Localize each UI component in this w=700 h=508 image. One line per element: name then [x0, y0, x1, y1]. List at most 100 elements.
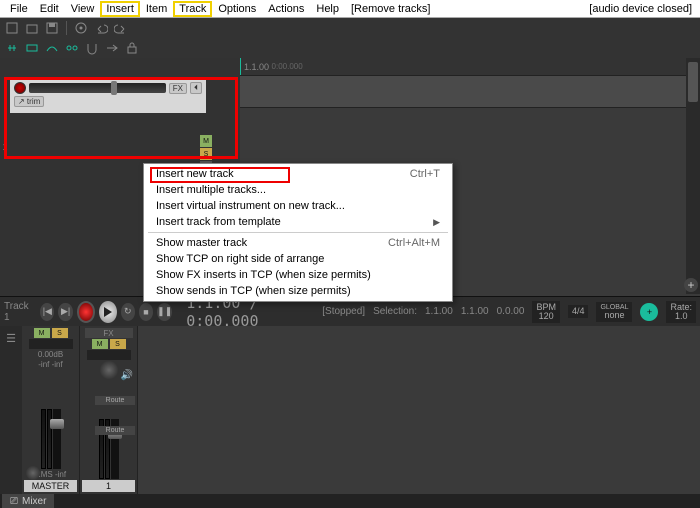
envelope-icon[interactable]: [44, 40, 60, 56]
menu-track[interactable]: Track: [173, 1, 212, 17]
ctx-insert-new-track[interactable]: Insert new trackCtrl+T: [144, 166, 452, 182]
menu-insert[interactable]: Insert: [100, 1, 140, 17]
stop-button[interactable]: ■: [139, 303, 153, 321]
menu-item-menu[interactable]: Item: [140, 2, 173, 16]
master-solo[interactable]: S: [52, 328, 68, 338]
track-lane[interactable]: [240, 76, 700, 108]
save-icon[interactable]: [44, 20, 60, 36]
track1-speaker-icon[interactable]: 🔊: [121, 370, 133, 381]
mixer-menu-icon[interactable]: ☰: [3, 330, 19, 346]
undo-icon[interactable]: [93, 20, 109, 36]
ctx-insert-from-template[interactable]: Insert track from template▶: [144, 214, 452, 230]
grid-icon[interactable]: [64, 40, 80, 56]
new-project-icon[interactable]: [4, 20, 20, 36]
track1-route2[interactable]: Route: [95, 426, 135, 435]
track1-fx[interactable]: FX: [85, 328, 133, 338]
track-control-panel[interactable]: FX ⏴ ↗ trim: [10, 78, 206, 113]
ripple-icon[interactable]: [104, 40, 120, 56]
ctx-tcp-right[interactable]: Show TCP on right side of arrange: [144, 251, 452, 267]
mixer-tab-icon: ⎚: [10, 496, 18, 507]
ctx-show-fx-inserts[interactable]: Show FX inserts in TCP (when size permit…: [144, 267, 452, 283]
settings-icon[interactable]: [73, 20, 89, 36]
track1-solo[interactable]: S: [110, 339, 126, 349]
master-strip[interactable]: MS 0.00dB -inf -inf RMS -inf MASTER: [22, 326, 80, 494]
solo-button[interactable]: S: [200, 148, 212, 160]
menu-remove-tracks[interactable]: [Remove tracks]: [345, 2, 436, 16]
menu-view[interactable]: View: [65, 2, 101, 16]
mixer-panel: ☰ MS 0.00dB -inf -inf RMS -inf MASTER FX…: [0, 326, 700, 494]
lock-icon[interactable]: [124, 40, 140, 56]
record-button[interactable]: [77, 301, 95, 323]
redo-icon[interactable]: [113, 20, 129, 36]
bpm-box[interactable]: BPM120: [532, 301, 560, 323]
master-label: MASTER: [24, 480, 77, 492]
trim-button[interactable]: ↗ trim: [14, 96, 44, 107]
master-mute[interactable]: M: [34, 328, 50, 338]
open-icon[interactable]: [24, 20, 40, 36]
divider: [66, 21, 67, 35]
go-start-button[interactable]: |◀: [40, 303, 54, 321]
volume-slider[interactable]: [29, 83, 166, 93]
master-fader[interactable]: [53, 409, 61, 469]
ruler-time: 0:00.000: [272, 62, 303, 71]
mixer-tab[interactable]: ⎚ Mixer: [2, 494, 54, 508]
track1-mute[interactable]: M: [92, 339, 108, 349]
mixer-side-buttons: ☰: [0, 326, 22, 494]
track1-strip[interactable]: FX MS Route Route 🔊 1: [80, 326, 138, 494]
ctx-insert-multiple[interactable]: Insert multiple tracks...: [144, 182, 452, 198]
global-auto-box[interactable]: GLOBALnone: [596, 302, 632, 322]
ruler-pos: 1.1.00: [244, 62, 269, 72]
zoom-plus-button[interactable]: +: [684, 278, 698, 292]
track1-label[interactable]: 1: [82, 480, 135, 492]
add-marker-button[interactable]: +: [640, 303, 658, 321]
env-button[interactable]: ⏴: [190, 82, 202, 94]
timeline-ruler[interactable]: 1.1.00 0:00.000: [240, 58, 700, 76]
master-meters: [27, 370, 75, 469]
mute-button[interactable]: M: [200, 135, 212, 147]
snap-icon[interactable]: [84, 40, 100, 56]
record-arm-button[interactable]: [14, 82, 26, 94]
master-send[interactable]: [29, 339, 73, 349]
time-sig-box[interactable]: 4/4: [568, 305, 589, 318]
selection-info: [Stopped] Selection: 1.1.00 1.1.00 0.0.0…: [322, 301, 696, 323]
menu-options[interactable]: Options: [212, 2, 262, 16]
selection-label: Selection:: [373, 306, 417, 317]
fx-button[interactable]: FX: [169, 83, 187, 94]
menu-file[interactable]: File: [4, 2, 34, 16]
menu-actions[interactable]: Actions: [262, 2, 310, 16]
link-icon[interactable]: [4, 40, 20, 56]
mixer-tab-label: Mixer: [22, 496, 46, 507]
pause-button[interactable]: ❚❚: [157, 303, 172, 321]
master-pan[interactable]: [26, 466, 40, 480]
track1-route[interactable]: Route: [95, 396, 135, 405]
menu-edit[interactable]: Edit: [34, 2, 65, 16]
track-number: 1: [0, 142, 10, 152]
toolbar-row-1: [0, 18, 700, 38]
ctx-show-sends[interactable]: Show sends in TCP (when size permits): [144, 283, 452, 299]
sel-end[interactable]: 1.1.00: [461, 306, 489, 317]
ctx-show-master[interactable]: Show master trackCtrl+Alt+M: [144, 235, 452, 251]
sel-len[interactable]: 0.0.00: [497, 306, 525, 317]
rate-box[interactable]: Rate:1.0: [666, 301, 696, 323]
item-icon[interactable]: [24, 40, 40, 56]
master-db: 0.00dB: [38, 350, 63, 359]
track-name-label: Track 1: [4, 301, 30, 323]
repeat-button[interactable]: ↻: [121, 303, 135, 321]
ctx-separator: [148, 232, 448, 233]
ctx-insert-virtual-instrument[interactable]: Insert virtual instrument on new track..…: [144, 198, 452, 214]
go-end-button[interactable]: ▶|: [58, 303, 72, 321]
track1-pan[interactable]: [100, 361, 118, 379]
play-button[interactable]: [99, 301, 116, 323]
menu-help[interactable]: Help: [310, 2, 345, 16]
bottom-tab-bar: ⎚ Mixer: [0, 494, 700, 508]
play-cursor: [240, 58, 241, 75]
transport-state: [Stopped]: [322, 306, 365, 317]
track1-send[interactable]: [87, 350, 131, 360]
master-inf: -inf -inf: [38, 360, 62, 369]
mixer-empty-area[interactable]: [138, 326, 700, 494]
sel-start[interactable]: 1.1.00: [425, 306, 453, 317]
menu-bar: File Edit View Insert Item Track Options…: [0, 0, 700, 18]
toolbar-row-2: [0, 38, 700, 58]
vertical-scrollbar[interactable]: [686, 58, 700, 294]
context-menu: Insert new trackCtrl+T Insert multiple t…: [143, 163, 453, 302]
